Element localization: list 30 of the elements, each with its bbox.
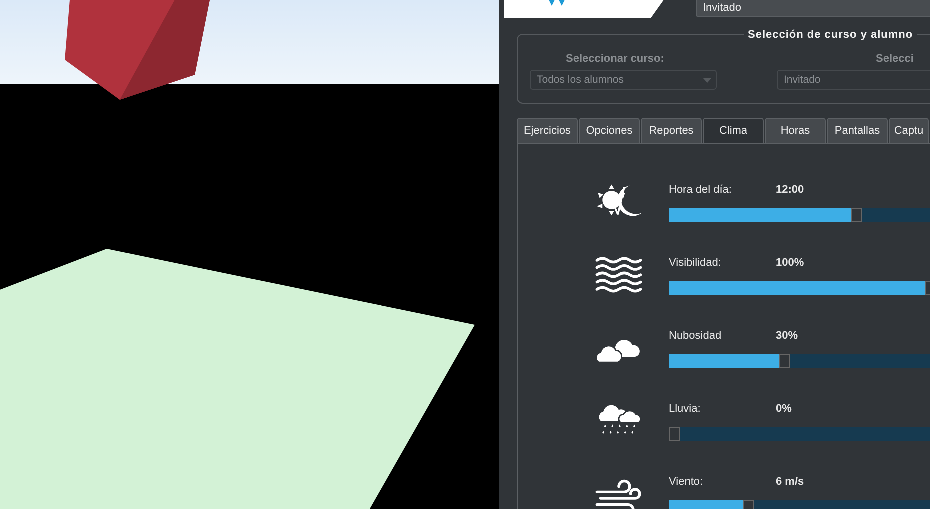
setting-value: 0% [776, 402, 792, 417]
slider-thumb[interactable] [850, 208, 862, 222]
tab[interactable]: Ejercicios [517, 118, 578, 143]
field-label: Selecci [876, 52, 914, 67]
slider-track[interactable] [669, 354, 930, 368]
setting-value: 100% [776, 256, 804, 271]
field-label: Seleccionar curso: [566, 52, 664, 67]
tab[interactable]: Captu [889, 118, 929, 143]
slider-track[interactable] [669, 208, 930, 222]
setting-value: 6 m/s [776, 475, 804, 490]
slider-thumb[interactable] [743, 500, 754, 509]
group-legend: Selección de curso y alumno [744, 27, 918, 44]
setting-label: Visibilidad: [669, 256, 722, 271]
setting-value: 12:00 [776, 183, 804, 198]
slider-track[interactable] [669, 426, 930, 440]
tab[interactable]: Pantallas [827, 118, 888, 143]
tab[interactable]: Horas [765, 118, 826, 143]
logo-icon [547, 0, 567, 7]
tab[interactable]: Opciones [579, 118, 640, 143]
setting-label: Hora del día: [669, 183, 733, 198]
tab[interactable]: Clima [703, 118, 764, 143]
caret-icon [703, 78, 712, 83]
slider-thumb[interactable] [779, 354, 790, 368]
slider-thumb[interactable] [669, 426, 680, 440]
setting-label: Viento: [669, 475, 704, 490]
student-dropdown[interactable]: Invitado [696, 0, 930, 17]
tab[interactable]: Reportes [641, 118, 702, 143]
setting-label: Nubosidad [669, 329, 723, 344]
setting-label: Lluvia: [669, 402, 702, 417]
setting-value: 30% [776, 329, 798, 344]
